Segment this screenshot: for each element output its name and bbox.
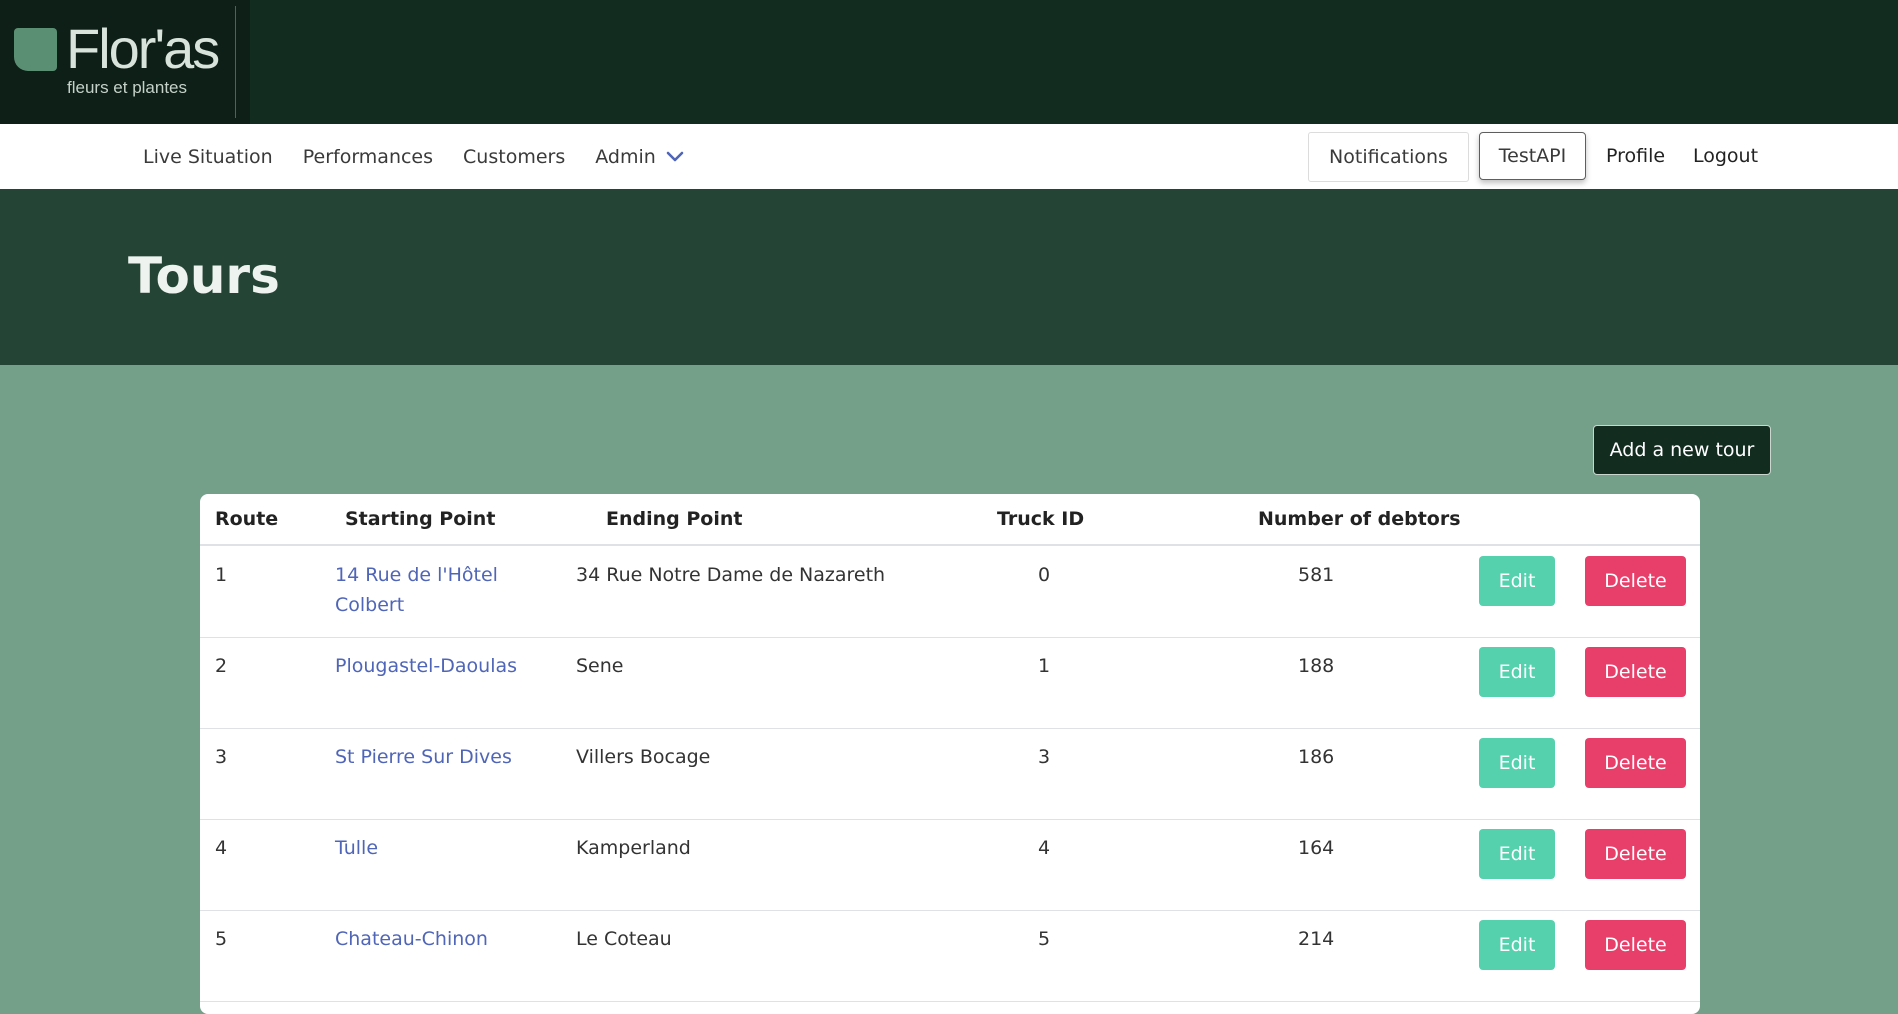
header-starting-point: Starting Point	[345, 508, 496, 530]
debtors-cell: 581	[1298, 564, 1335, 586]
truck-id-cell: 4	[1038, 837, 1051, 859]
table-row: 5 Chateau-Chinon Le Coteau 5 214 Edit De…	[200, 910, 1700, 1002]
brand-name: Flor'as	[66, 17, 220, 80]
page-title: Tours	[128, 247, 280, 305]
edit-button[interactable]: Edit	[1479, 738, 1555, 788]
nav-customers[interactable]: Customers	[463, 146, 565, 168]
debtors-cell: 186	[1298, 746, 1335, 768]
truck-id-cell: 1	[1038, 655, 1051, 677]
brand-tagline: fleurs et plantes	[67, 78, 188, 97]
ending-point-cell: Kamperland	[576, 837, 691, 859]
table-row: 4 Tulle Kamperland 4 164 Edit Delete	[200, 819, 1700, 911]
starting-point-link[interactable]: St Pierre Sur Dives	[335, 742, 555, 772]
logo-divider	[235, 6, 236, 118]
starting-point-link[interactable]: Tulle	[335, 833, 555, 863]
leaf-icon	[14, 28, 57, 71]
debtors-cell: 214	[1298, 928, 1335, 950]
header-ending-point: Ending Point	[606, 508, 743, 530]
delete-button[interactable]: Delete	[1585, 829, 1686, 879]
chevron-down-icon	[666, 151, 684, 162]
starting-point-link[interactable]: Plougastel-Daoulas	[335, 651, 555, 681]
page-hero: Tours	[0, 189, 1898, 365]
notifications-button[interactable]: Notifications	[1308, 132, 1469, 182]
route-cell: 3	[215, 746, 228, 768]
table-row: 3 St Pierre Sur Dives Villers Bocage 3 1…	[200, 728, 1700, 820]
header-route: Route	[215, 508, 279, 530]
edit-button[interactable]: Edit	[1479, 920, 1555, 970]
route-cell: 5	[215, 928, 228, 950]
truck-id-cell: 0	[1038, 564, 1051, 586]
route-cell: 1	[215, 564, 228, 586]
truck-id-cell: 5	[1038, 928, 1051, 950]
nav-performances[interactable]: Performances	[303, 146, 433, 168]
delete-button[interactable]: Delete	[1585, 738, 1686, 788]
nav-links: Live Situation Performances Customers Ad…	[143, 124, 714, 189]
tours-table: Route Starting Point Ending Point Truck …	[200, 494, 1700, 1014]
truck-id-cell: 3	[1038, 746, 1051, 768]
table-row: 1 14 Rue de l'Hôtel Colbert 34 Rue Notre…	[200, 546, 1700, 638]
starting-point-link[interactable]: 14 Rue de l'Hôtel Colbert	[335, 560, 515, 620]
ending-point-cell: Le Coteau	[576, 928, 672, 950]
edit-button[interactable]: Edit	[1479, 647, 1555, 697]
nav-live-situation[interactable]: Live Situation	[143, 146, 273, 168]
edit-button[interactable]: Edit	[1479, 829, 1555, 879]
top-header: Flor'as fleurs et plantes	[0, 0, 1898, 124]
testapi-button[interactable]: TestAPI	[1479, 132, 1586, 180]
delete-button[interactable]: Delete	[1585, 647, 1686, 697]
debtors-cell: 164	[1298, 837, 1335, 859]
table-row: 2 Plougastel-Daoulas Sene 1 188 Edit Del…	[200, 637, 1700, 729]
logout-link[interactable]: Logout	[1693, 145, 1758, 167]
logo[interactable]: Flor'as fleurs et plantes	[0, 0, 250, 124]
starting-point-link[interactable]: Chateau-Chinon	[335, 924, 555, 954]
nav-admin-dropdown[interactable]: Admin	[595, 146, 684, 168]
nav-admin-label: Admin	[595, 145, 656, 168]
ending-point-cell: 34 Rue Notre Dame de Nazareth	[576, 564, 886, 586]
ending-point-cell: Sene	[576, 655, 624, 677]
delete-button[interactable]: Delete	[1585, 920, 1686, 970]
edit-button[interactable]: Edit	[1479, 556, 1555, 606]
ending-point-cell: Villers Bocage	[576, 746, 711, 768]
header-debtors: Number of debtors	[1258, 508, 1461, 530]
add-tour-button[interactable]: Add a new tour	[1593, 425, 1771, 475]
route-cell: 4	[215, 837, 228, 859]
delete-button[interactable]: Delete	[1585, 556, 1686, 606]
main-navbar: Live Situation Performances Customers Ad…	[0, 124, 1898, 189]
header-truck-id: Truck ID	[997, 508, 1085, 530]
debtors-cell: 188	[1298, 655, 1335, 677]
profile-link[interactable]: Profile	[1606, 145, 1665, 167]
route-cell: 2	[215, 655, 228, 677]
